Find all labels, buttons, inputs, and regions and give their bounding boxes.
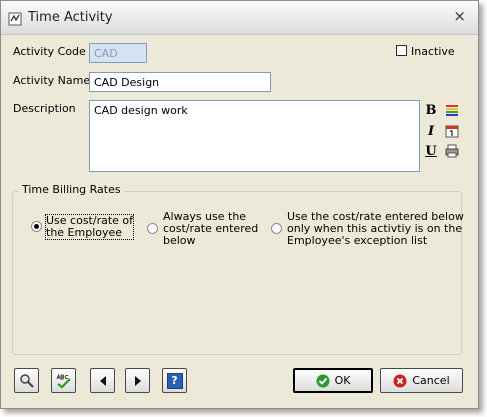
cancel-x-icon	[393, 374, 407, 387]
previous-button[interactable]	[90, 368, 115, 393]
printer-icon	[445, 144, 459, 158]
option-exception-list-rate-text: Use the cost/rate entered below only whe…	[287, 211, 464, 247]
cancel-button[interactable]: Cancel	[380, 368, 463, 393]
search-button[interactable]	[14, 368, 39, 393]
underline-button[interactable]: U	[422, 142, 440, 160]
arrow-right-icon	[134, 375, 141, 386]
window-title: Time Activity	[28, 10, 113, 25]
app-icon	[8, 12, 22, 26]
option-exception-line3: Employee's exception list	[287, 234, 428, 247]
time-activity-window: Time Activity × Activity Code Inactive A…	[0, 0, 479, 409]
ok-label: OK	[334, 374, 351, 387]
activity-code-label: Activity Code	[13, 45, 86, 58]
font-color-button[interactable]	[443, 101, 461, 119]
help-button[interactable]: ?	[162, 368, 187, 393]
help-icon: ?	[166, 372, 183, 389]
radio-always-entered-rate[interactable]	[147, 223, 158, 234]
cancel-label: Cancel	[412, 374, 450, 387]
radio-exception-list-rate[interactable]	[271, 223, 282, 234]
option-employee-rate-text[interactable]: Use cost/rate of the Employee	[44, 214, 135, 240]
activity-code-field	[89, 43, 147, 63]
inactive-label: Inactive	[411, 45, 455, 58]
insert-date-button[interactable]	[443, 122, 461, 140]
close-icon[interactable]: ×	[453, 7, 466, 25]
activity-name-label: Activity Name	[13, 74, 91, 87]
search-icon	[19, 373, 34, 388]
ok-button[interactable]: OK	[293, 368, 373, 393]
italic-button[interactable]: I	[422, 122, 440, 140]
print-button[interactable]	[443, 142, 461, 160]
arrow-left-icon	[99, 375, 106, 386]
radio-employee-rate[interactable]	[31, 221, 42, 232]
title-bar: Time Activity ×	[1, 1, 478, 35]
option-always-entered-rate-text: Always use the cost/rate entered below	[163, 211, 258, 247]
time-billing-rates-title: Time Billing Rates	[19, 183, 124, 196]
next-button[interactable]	[125, 368, 150, 393]
spell-check-icon	[56, 373, 71, 388]
activity-name-field[interactable]	[89, 72, 271, 92]
color-bars-icon	[446, 105, 458, 116]
option-always-line3: below	[163, 234, 196, 247]
option-employee-rate-line2: the Employee	[46, 226, 123, 239]
calendar-icon	[445, 125, 459, 138]
ok-check-icon	[316, 374, 330, 387]
inactive-checkbox[interactable]	[396, 45, 407, 56]
description-label: Description	[13, 102, 76, 115]
spell-check-button[interactable]	[51, 368, 76, 393]
description-field[interactable]: CAD design work	[89, 100, 420, 172]
bold-button[interactable]: B	[422, 101, 440, 119]
